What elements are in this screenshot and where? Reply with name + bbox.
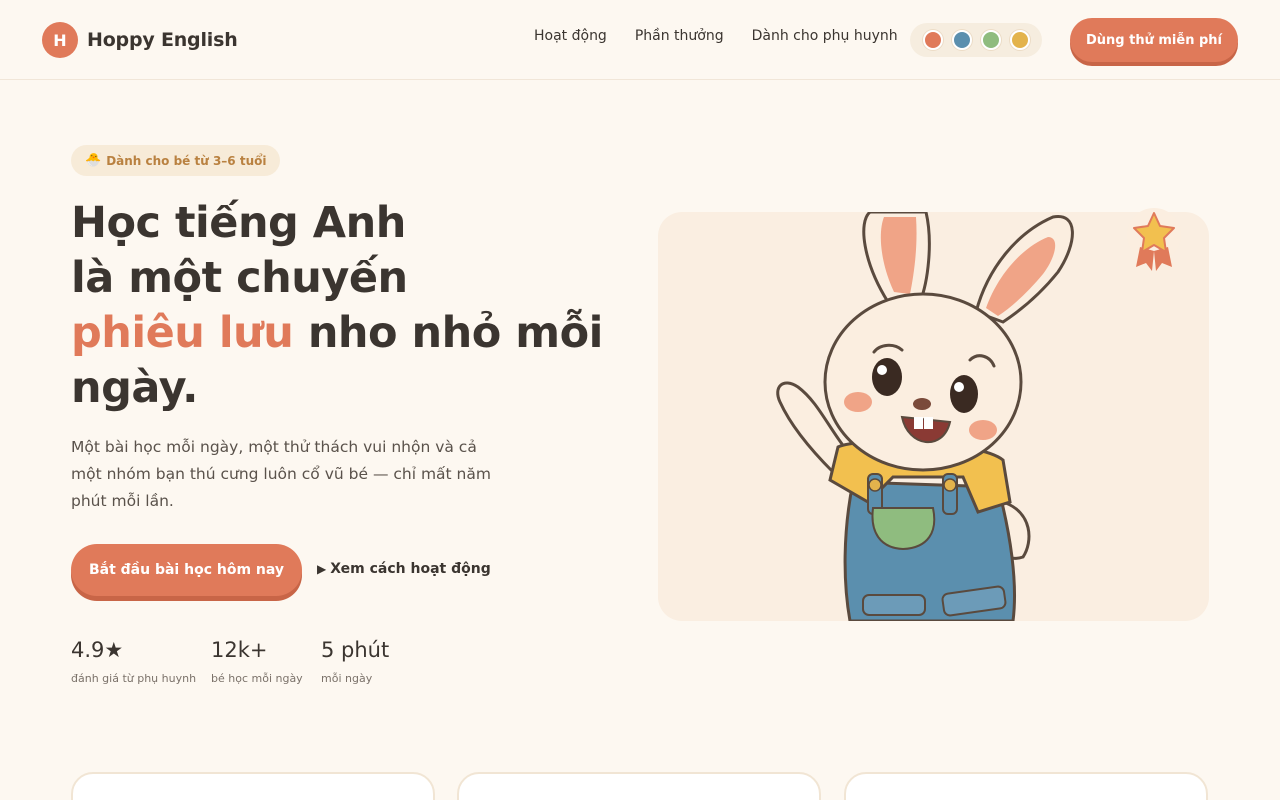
hero-title-line1: Học tiếng Anh [71, 198, 406, 248]
brand-name: Hoppy English [87, 29, 238, 51]
stat-rating: 4.9★ đánh giá từ phụ huynh [71, 638, 196, 685]
hero-title-line2: là một chuyến [71, 253, 408, 303]
stat-duration: 5 phút mỗi ngày [321, 638, 389, 685]
play-icon: ▶ [317, 562, 327, 576]
nav-rewards[interactable]: Phần thưởng [635, 28, 724, 44]
site-header: H Hoppy English Hoạt động Phần thưởng Dà… [0, 0, 1280, 80]
hero-title-line3: nho nhỏ mỗi [293, 308, 604, 358]
stat-value: 5 phút [321, 638, 390, 662]
chick-icon: 🐣 [85, 153, 102, 168]
theme-swatch-coral[interactable] [922, 30, 943, 50]
logo[interactable]: H Hoppy English [42, 22, 238, 58]
feature-card [457, 772, 821, 800]
hero-title-accent: phiêu lưu [71, 308, 294, 358]
stat-value: 4.9★ [71, 638, 124, 662]
free-trial-button[interactable]: Dùng thử miễn phí [1070, 18, 1238, 62]
how-it-works-label: Xem cách hoạt động [330, 561, 491, 577]
star-badge-icon [1127, 208, 1181, 271]
logo-mark: H [42, 22, 78, 58]
main-nav: Hoạt động Phần thưởng Dành cho phụ huynh [534, 28, 926, 44]
stat-label: mỗi ngày [321, 672, 373, 685]
stat-label: đánh giá từ phụ huynh [71, 672, 197, 685]
theme-swatch-yellow[interactable] [1009, 30, 1030, 50]
nav-activities[interactable]: Hoạt động [534, 28, 607, 44]
theme-swatch-blue[interactable] [951, 30, 972, 50]
feature-card [71, 772, 435, 800]
how-it-works-link[interactable]: ▶ Xem cách hoạt động [317, 561, 491, 577]
start-lesson-button[interactable]: Bắt đầu bài học hôm nay [71, 544, 302, 596]
hero-description: Một bài học mỗi ngày, một thử thách vui … [71, 438, 491, 510]
theme-color-picker [910, 23, 1042, 57]
hero-title: Học tiếng Anh là một chuyến phiêu lưu nh… [71, 196, 631, 416]
stat-learners: 12k+ bé học mỗi ngày [211, 638, 303, 685]
theme-swatch-green[interactable] [980, 30, 1001, 50]
age-badge-label: Dành cho bé từ 3–6 tuổi [106, 153, 267, 168]
stat-value: 12k+ [211, 638, 268, 662]
feature-card [844, 772, 1208, 800]
nav-parents[interactable]: Dành cho phụ huynh [752, 28, 898, 44]
hero-title-line4: ngày. [71, 363, 199, 413]
stat-label: bé học mỗi ngày [211, 672, 303, 685]
age-badge: 🐣 Dành cho bé từ 3–6 tuổi [71, 145, 281, 176]
